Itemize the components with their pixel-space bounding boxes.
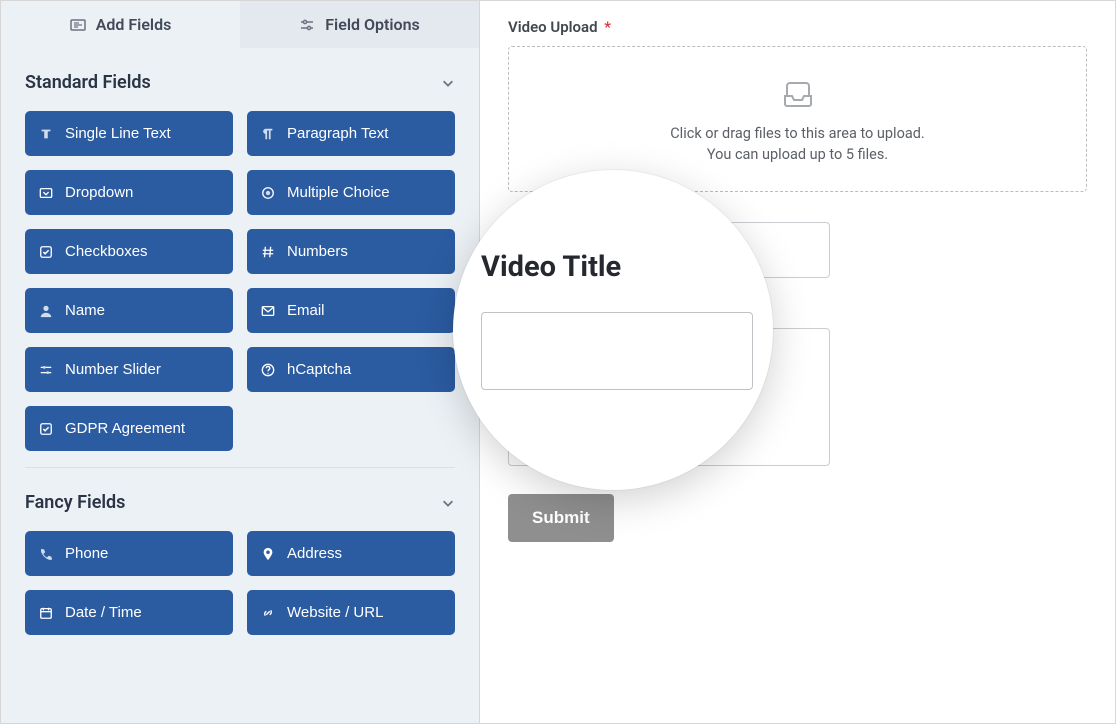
text-icon [39,127,53,141]
magnifier-overlay: Video Title [453,170,773,490]
add-fields-icon [70,17,86,33]
field-label: Numbers [287,243,348,260]
sidebar: Add Fields Field Options Standard Fields… [1,1,479,723]
field-email[interactable]: Email [247,288,455,333]
upload-label: Video Upload * [508,18,611,36]
field-date-time[interactable]: Date / Time [25,590,233,635]
field-label: Website / URL [287,604,383,621]
upload-field: Video Upload * Click or drag files to th… [508,17,1087,192]
field-address[interactable]: Address [247,531,455,576]
question-icon [261,363,275,377]
section-fancy-title: Fancy Fields [25,492,125,513]
tab-add-fields[interactable]: Add Fields [1,1,240,48]
slider-icon [39,363,53,377]
user-icon [39,304,53,318]
field-label: GDPR Agreement [65,420,185,437]
hash-icon [261,245,275,259]
link-icon [261,606,275,620]
field-label: Single Line Text [65,125,171,142]
field-label: Dropdown [65,184,133,201]
required-indicator: * [604,18,611,36]
field-hcaptcha[interactable]: hCaptcha [247,347,455,392]
standard-fields-grid: Single Line Text Paragraph Text Dropdown… [25,111,455,451]
envelope-icon [261,304,275,318]
field-single-line-text[interactable]: Single Line Text [25,111,233,156]
section-standard-header[interactable]: Standard Fields [25,48,455,111]
field-paragraph-text[interactable]: Paragraph Text [247,111,455,156]
magnifier-input[interactable] [481,312,753,390]
section-standard-title: Standard Fields [25,72,151,93]
checkbox-icon [39,245,53,259]
field-phone[interactable]: Phone [25,531,233,576]
magnifier-title: Video Title [481,250,621,284]
field-options-icon [299,17,315,33]
field-label: Paragraph Text [287,125,388,142]
tab-add-fields-label: Add Fields [96,15,172,34]
calendar-icon [39,606,53,620]
gdpr-icon [39,422,53,436]
field-name[interactable]: Name [25,288,233,333]
field-dropdown[interactable]: Dropdown [25,170,233,215]
radio-icon [261,186,275,200]
inbox-icon [781,77,815,109]
upload-text-1: Click or drag files to this area to uplo… [529,125,1066,142]
upload-text-2: You can upload up to 5 files. [529,146,1066,163]
chevron-down-icon [441,76,455,90]
field-number-slider[interactable]: Number Slider [25,347,233,392]
upload-label-text: Video Upload [508,18,598,36]
tab-field-options-label: Field Options [325,15,419,34]
field-gdpr-agreement[interactable]: GDPR Agreement [25,406,233,451]
field-numbers[interactable]: Numbers [247,229,455,274]
field-label: Date / Time [65,604,142,621]
fancy-fields-grid: Phone Address Date / Time Website / URL [25,531,455,635]
field-label: Phone [65,545,108,562]
field-label: Number Slider [65,361,161,378]
tab-field-options[interactable]: Field Options [240,1,479,48]
pin-icon [261,547,275,561]
field-multiple-choice[interactable]: Multiple Choice [247,170,455,215]
field-label: Name [65,302,105,319]
field-label: Address [287,545,342,562]
field-checkboxes[interactable]: Checkboxes [25,229,233,274]
field-label: hCaptcha [287,361,351,378]
field-label: Email [287,302,325,319]
submit-button[interactable]: Submit [508,494,614,542]
sidebar-tabs: Add Fields Field Options [1,1,479,48]
section-fancy-header[interactable]: Fancy Fields [25,468,455,531]
field-website-url[interactable]: Website / URL [247,590,455,635]
paragraph-icon [261,127,275,141]
dropdown-icon [39,186,53,200]
field-label: Checkboxes [65,243,148,260]
phone-icon [39,547,53,561]
field-label: Multiple Choice [287,184,390,201]
chevron-down-icon [441,496,455,510]
